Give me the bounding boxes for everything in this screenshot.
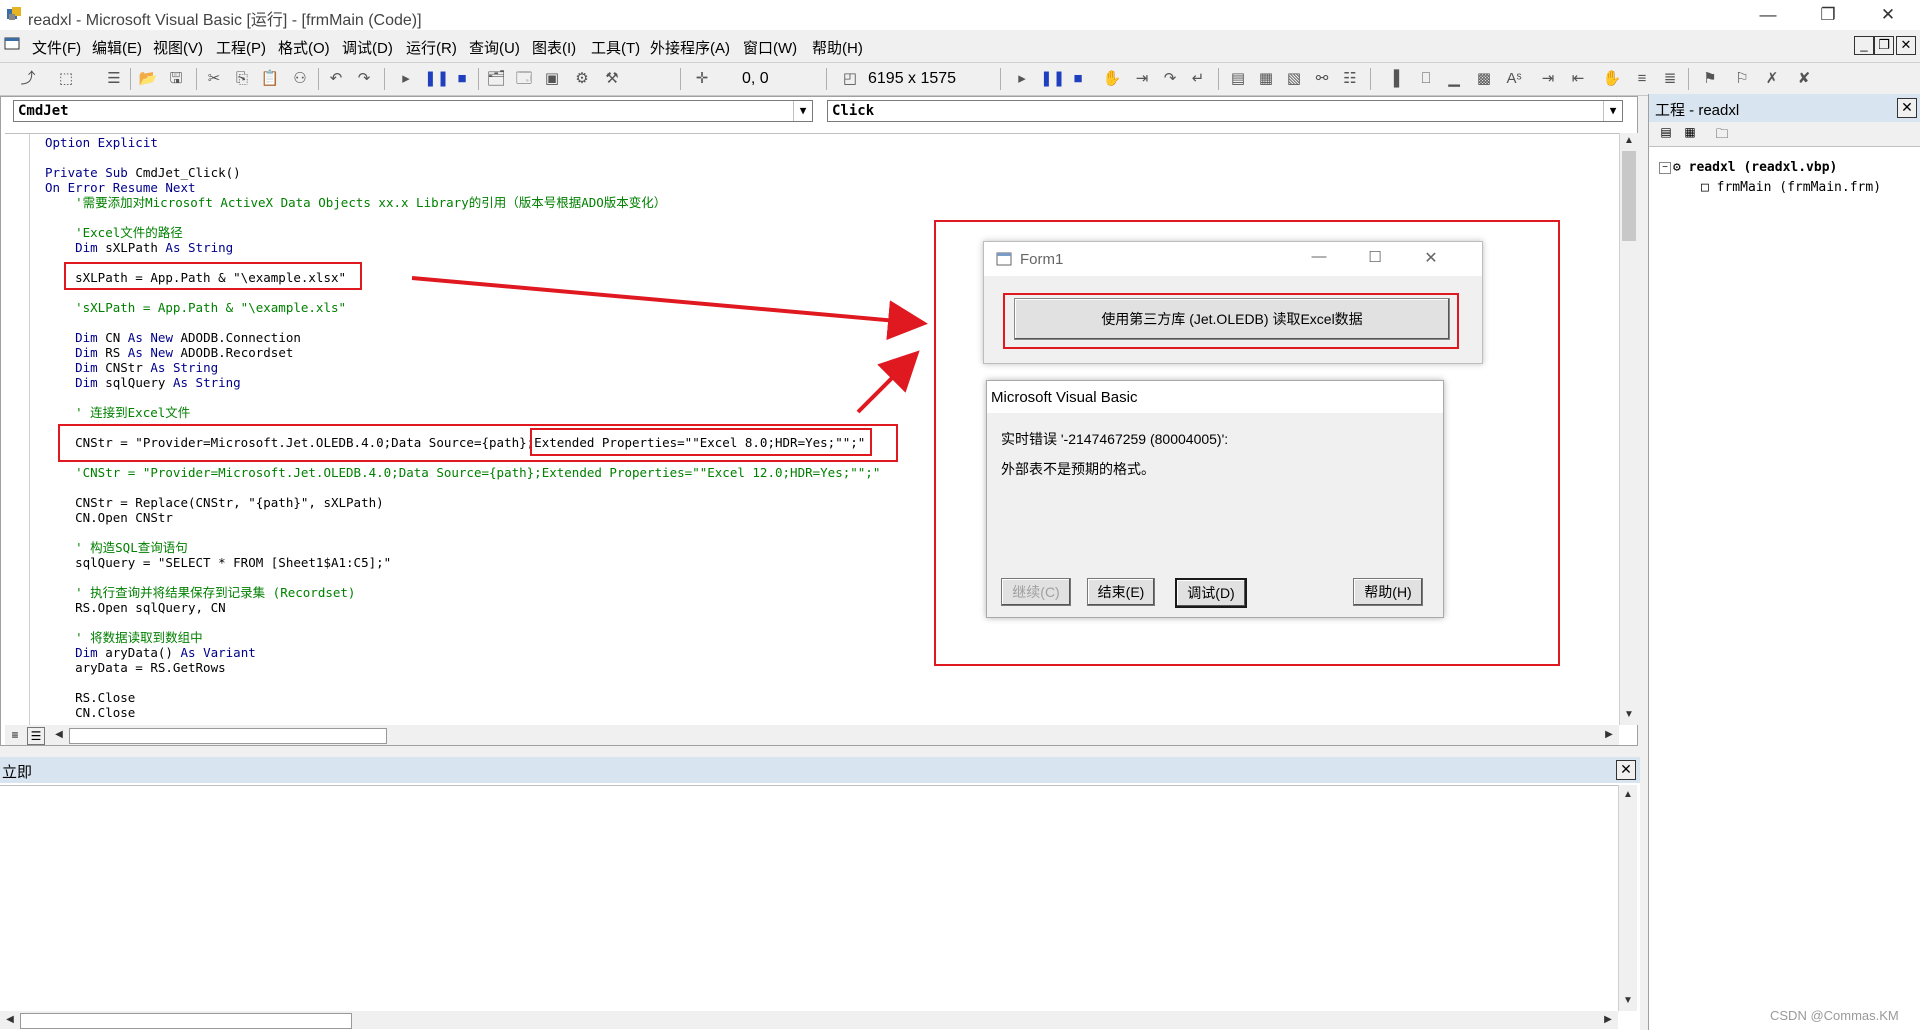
form-node-label: frmMain (frmMain.frm) (1716, 180, 1882, 195)
project-root-icon: ⚙ (1673, 160, 1681, 175)
end-button[interactable]: 结束(E) (1087, 578, 1155, 606)
arrow-to-button (856, 350, 920, 414)
form1-maximize-button[interactable]: ☐ (1360, 248, 1390, 266)
project-close-button[interactable]: ✕ (1897, 98, 1917, 118)
scroll-down-arrow-icon[interactable]: ▼ (1620, 993, 1636, 1009)
help-button[interactable]: 帮助(H) (1353, 578, 1423, 606)
immediate-vertical-scrollbar[interactable]: ▲ ▼ (1618, 785, 1637, 1011)
watermark: CSDN @Commas.KM (1770, 1008, 1899, 1023)
form-node[interactable]: □ frmMain (frmMain.frm) (1701, 180, 1881, 195)
view-object-icon[interactable]: ▦ (1681, 125, 1699, 141)
dialog-title: Microsoft Visual Basic (991, 389, 1138, 406)
h-scroll-thumb[interactable] (20, 1013, 352, 1029)
form1-minimize-button[interactable]: — (1304, 248, 1334, 265)
toggle-folders-icon[interactable]: 🗀 (1713, 125, 1731, 141)
immediate-title: 立即 (2, 764, 33, 781)
dialog-titlebar: Microsoft Visual Basic (987, 381, 1443, 413)
project-root-node[interactable]: ⚙ readxl (readxl.vbp) (1673, 160, 1837, 175)
collapse-icon[interactable]: − (1659, 162, 1671, 174)
form1-title: Form1 (1020, 251, 1064, 268)
debug-button[interactable]: 调试(D) (1175, 578, 1247, 608)
read-excel-jet-button[interactable]: 使用第三方库 (Jet.OLEDB) 读取Excel数据 (1014, 298, 1450, 340)
scroll-left-arrow-icon[interactable]: ◀ (2, 1012, 18, 1028)
form1-close-button[interactable]: ✕ (1416, 248, 1446, 268)
project-explorer: 工程 - readxl ✕ ▤ ▦ 🗀 − ⚙ readxl (readxl.v… (1648, 94, 1920, 1030)
error-message-text: 外部表不是预期的格式。 (1001, 461, 1155, 477)
view-code-icon[interactable]: ▤ (1657, 125, 1675, 141)
immediate-header: 立即 ✕ (0, 757, 1640, 783)
form-icon (996, 252, 1012, 266)
error-code-text: 实时错误 '-2147467259 (80004005)': (1001, 431, 1229, 447)
arrow-to-form (411, 276, 928, 341)
project-root-label: readxl (readxl.vbp) (1688, 160, 1838, 175)
scroll-right-arrow-icon[interactable]: ▶ (1600, 1012, 1616, 1028)
project-explorer-header: 工程 - readxl ✕ (1649, 94, 1920, 122)
immediate-close-button[interactable]: ✕ (1616, 760, 1636, 780)
immediate-input-area[interactable] (0, 785, 1618, 1012)
form1-titlebar: Form1 — ☐ ✕ (984, 242, 1482, 276)
form1-window: Form1 — ☐ ✕ 使用第三方库 (Jet.OLEDB) 读取Excel数据 (983, 241, 1483, 364)
continue-button[interactable]: 继续(C) (1001, 578, 1071, 606)
project-explorer-title: 工程 - readxl (1655, 102, 1740, 119)
project-toolbar: ▤ ▦ 🗀 (1649, 122, 1920, 147)
form-node-icon: □ (1701, 180, 1709, 195)
scroll-up-arrow-icon[interactable]: ▲ (1620, 787, 1636, 803)
immediate-window: 立即 ✕ ▲ ▼ ◀ ▶ (0, 757, 1640, 1030)
immediate-horizontal-scrollbar[interactable]: ◀ ▶ (0, 1011, 1618, 1029)
runtime-error-dialog: Microsoft Visual Basic 实时错误 '-2147467259… (986, 380, 1444, 618)
